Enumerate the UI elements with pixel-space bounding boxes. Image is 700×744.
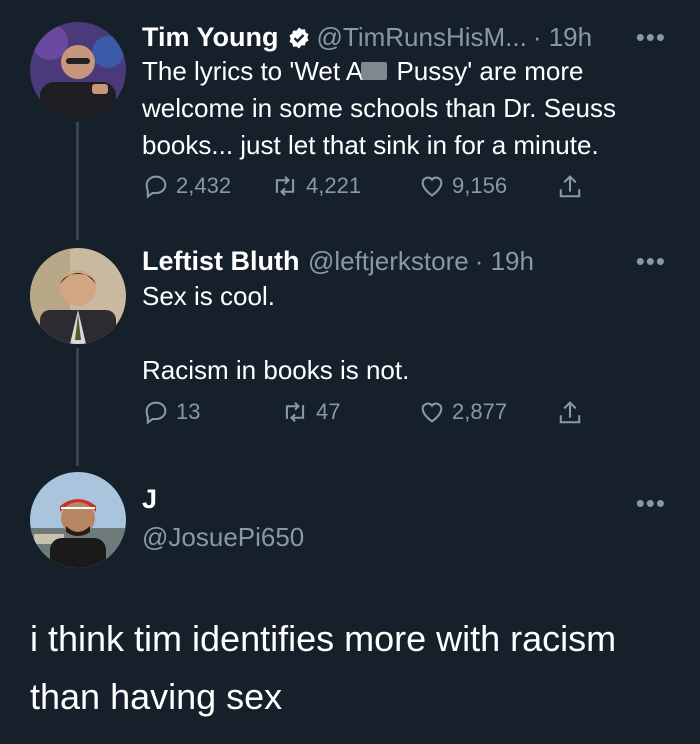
tweet-text-line: books... just let that sink in for a min…	[142, 130, 599, 160]
heart-icon	[421, 402, 443, 423]
tweet-text-line: i think tim identifies more with racism	[30, 618, 617, 659]
timestamp[interactable]: · 19h	[475, 246, 534, 276]
heart-icon	[421, 176, 443, 197]
handle[interactable]: @JosuePi650	[142, 522, 304, 552]
retweet-button[interactable]: 4,221	[270, 172, 361, 200]
share-icon	[559, 401, 581, 424]
tweet-text-line: welcome in some schools than Dr. Seuss	[142, 93, 616, 123]
like-button[interactable]: 9,156	[418, 172, 507, 200]
like-count: 2,877	[452, 399, 508, 424]
retweet-count: 47	[316, 399, 341, 424]
tweet-text-line: The lyrics to 'Wet A	[142, 56, 364, 86]
more-options-icon[interactable]: •••	[636, 22, 666, 53]
retweet-count: 4,221	[306, 173, 362, 198]
display-name[interactable]: Leftist Bluth	[142, 246, 299, 276]
tweet-header: Leftist Bluth @leftjerkstore · 19h	[142, 246, 534, 277]
tweet-text-line: Pussy' are more	[389, 56, 584, 86]
censor-block	[361, 62, 388, 80]
handle[interactable]: @TimRunsHisM...	[317, 22, 527, 52]
tweet-header: Tim Young @TimRunsHisM... · 19h	[142, 22, 592, 55]
tweet-text-line: Racism in books is not.	[142, 355, 410, 385]
retweet-icon	[275, 176, 295, 196]
tweet-actions: 13 47 2,877	[142, 398, 602, 432]
like-count: 9,156	[452, 173, 508, 198]
avatar[interactable]	[30, 22, 126, 118]
avatar[interactable]	[30, 248, 126, 344]
share-button[interactable]	[556, 172, 590, 202]
tweet-text: Sex is cool. Racism in books is not.	[142, 278, 682, 389]
reply-button[interactable]: 13	[142, 398, 200, 426]
tweet-header: J	[142, 484, 157, 515]
avatar[interactable]	[30, 472, 126, 568]
reply-icon	[145, 175, 167, 199]
reply-count: 2,432	[176, 173, 232, 198]
retweet-icon	[285, 402, 305, 422]
thread-line	[76, 348, 79, 466]
share-button[interactable]	[556, 398, 590, 428]
reply-count: 13	[176, 399, 201, 424]
thread-line	[76, 122, 79, 240]
tweet-handle-row: @JosuePi650	[142, 522, 304, 553]
verified-badge-icon	[287, 26, 311, 55]
reply-icon	[145, 401, 167, 425]
retweet-button[interactable]: 47	[280, 398, 340, 426]
more-options-icon[interactable]: •••	[636, 246, 666, 277]
reply-button[interactable]: 2,432	[142, 172, 231, 200]
tweet-text-line: than having sex	[30, 676, 283, 717]
handle[interactable]: @leftjerkstore	[308, 246, 469, 276]
tweet-text: The lyrics to 'Wet A Pussy' are more wel…	[142, 53, 682, 164]
share-icon	[559, 175, 581, 198]
more-options-icon[interactable]: •••	[636, 488, 666, 519]
display-name[interactable]: J	[142, 484, 157, 514]
tweet-text: i think tim identifies more with racism …	[30, 610, 680, 726]
display-name[interactable]: Tim Young	[142, 22, 279, 52]
like-button[interactable]: 2,877	[418, 398, 507, 426]
tweet-actions: 2,432 4,221 9,156	[142, 172, 602, 206]
timestamp[interactable]: · 19h	[533, 22, 592, 52]
tweet-text-line: Sex is cool.	[142, 281, 275, 311]
